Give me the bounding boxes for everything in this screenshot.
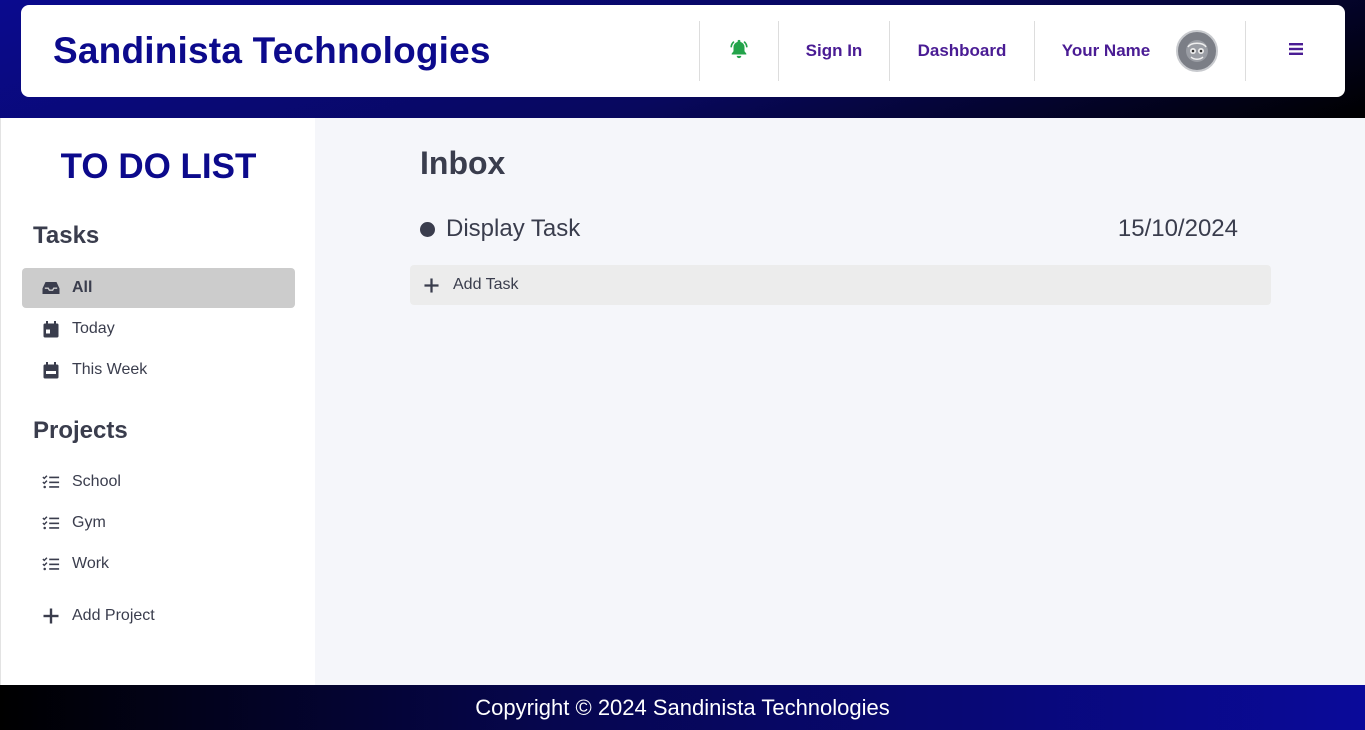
sidebar-item-today[interactable]: Today [22, 309, 295, 349]
add-project-label: Add Project [72, 607, 155, 624]
add-project-button[interactable]: Add Project [22, 596, 295, 636]
list-check-icon [42, 473, 60, 491]
sidebar-item-all[interactable]: All [22, 268, 295, 308]
add-task-label: Add Task [453, 276, 519, 293]
plus-icon [424, 277, 439, 293]
sidebar: TO DO LIST Tasks All Today This Week Pro… [0, 118, 315, 685]
calendar-week-icon [42, 361, 60, 379]
calendar-day-icon [42, 320, 60, 338]
avatar-image-icon [1186, 40, 1209, 62]
plus-icon [42, 607, 60, 625]
user-profile[interactable]: Your Name [1035, 5, 1245, 97]
inbox-icon [42, 279, 60, 297]
sidebar-item-work[interactable]: Work [22, 544, 295, 584]
sign-in-link[interactable]: Sign In [779, 5, 889, 97]
sidebar-item-label: Today [72, 320, 115, 337]
sidebar-item-school[interactable]: School [22, 462, 295, 502]
user-name: Your Name [1061, 41, 1151, 60]
sidebar-item-this-week[interactable]: This Week [22, 350, 295, 390]
sidebar-item-label: School [72, 473, 121, 490]
top-nav: Sign In Dashboard Your Name [699, 5, 1346, 97]
list-check-icon [42, 555, 60, 573]
notifications-button[interactable] [700, 5, 778, 97]
task-item[interactable]: Display Task 15/10/2024 [420, 212, 1238, 246]
add-task-button[interactable]: Add Task [410, 265, 1271, 305]
task-name: Display Task [446, 215, 581, 242]
list-check-icon [42, 514, 60, 532]
copyright-text: Copyright © 2024 Sandinista Technologies [475, 694, 890, 720]
sidebar-title: TO DO LIST [60, 147, 257, 186]
hamburger-menu-icon [1288, 41, 1304, 62]
dashboard-link[interactable]: Dashboard [890, 5, 1034, 97]
bell-icon [728, 38, 750, 65]
menu-button[interactable] [1246, 5, 1346, 97]
footer: Copyright © 2024 Sandinista Technologies [0, 685, 1365, 730]
sidebar-item-label: Work [72, 555, 110, 572]
page-title: Inbox [420, 145, 506, 181]
avatar [1176, 30, 1219, 72]
sidebar-item-gym[interactable]: Gym [22, 503, 295, 543]
brand-title[interactable]: Sandinista Technologies [53, 30, 491, 72]
sidebar-item-label: This Week [72, 361, 148, 378]
sidebar-item-label: All [72, 279, 93, 296]
task-date: 15/10/2024 [1117, 215, 1238, 242]
projects-heading: Projects [33, 417, 128, 444]
header-bar: Sandinista Technologies Sign In Dashboar… [21, 5, 1345, 97]
sidebar-item-label: Gym [72, 514, 106, 531]
task-bullet-icon [420, 221, 435, 237]
tasks-heading: Tasks [33, 222, 100, 249]
